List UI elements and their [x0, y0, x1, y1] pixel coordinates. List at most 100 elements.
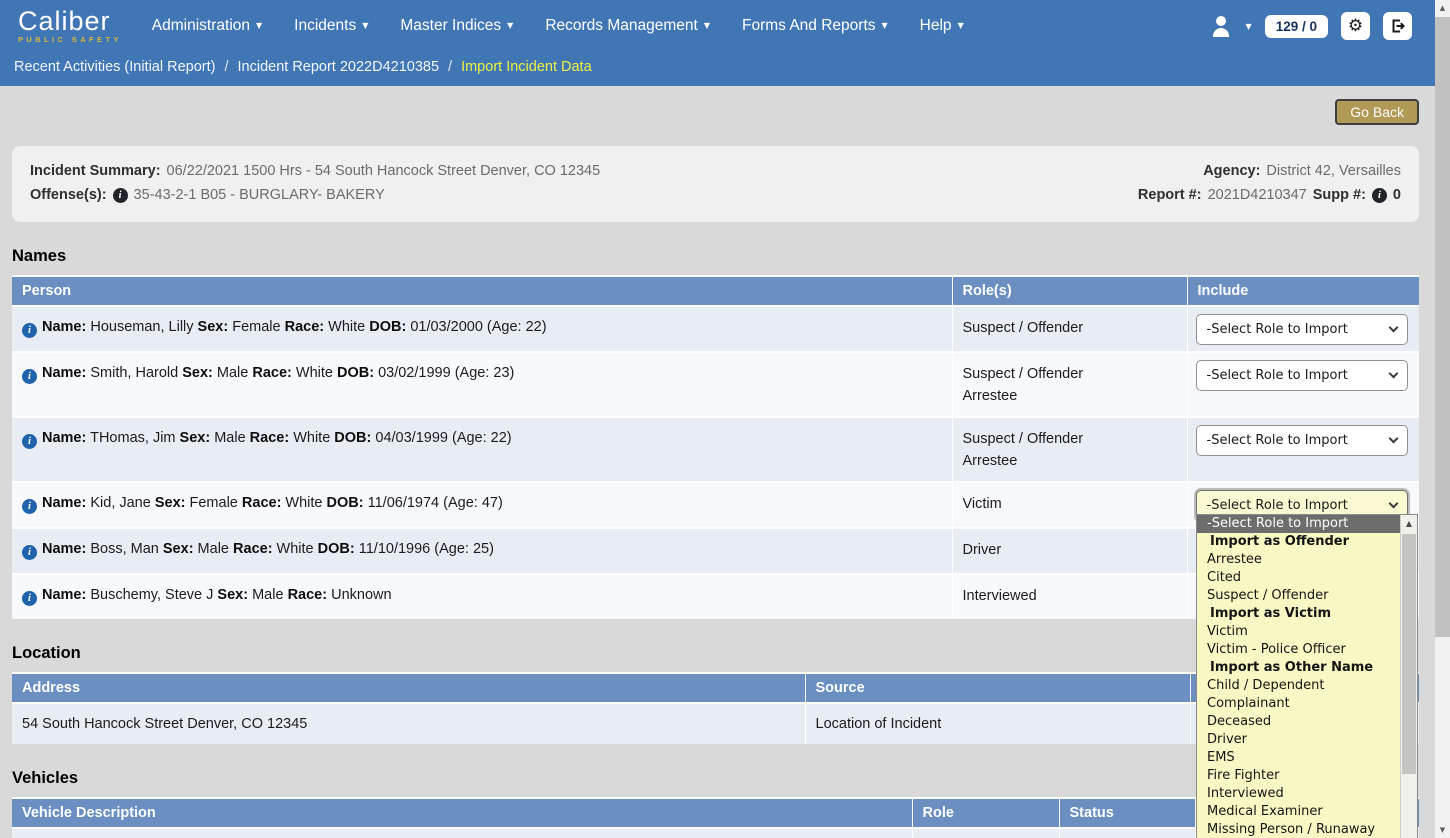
menu-forms-and-reports[interactable]: Forms And Reports▼	[742, 17, 888, 35]
chevron-down-icon: ▼	[704, 21, 710, 30]
dropdown-scrollbar-thumb[interactable]	[1402, 534, 1416, 774]
page-scrollbar: ▲ ▼	[1435, 0, 1450, 838]
role-include-select[interactable]: -Select Role to Import	[1196, 314, 1408, 345]
table-row: iName: THomas, Jim Sex: Male Race: White…	[12, 417, 1419, 482]
go-back-button[interactable]: Go Back	[1335, 99, 1419, 125]
incident-summary-label: Incident Summary:	[30, 163, 161, 179]
table-row: iName: Smith, Harold Sex: Male Race: Whi…	[12, 352, 1419, 417]
dropdown-option[interactable]: Victim - Police Officer	[1197, 641, 1400, 659]
menu-incidents[interactable]: Incidents▼	[294, 17, 368, 35]
user-menu-chevron-icon[interactable]: ▼	[1246, 22, 1252, 31]
names-col-include: Include	[1187, 276, 1419, 306]
vehicles-col-description: Vehicle Description	[12, 798, 912, 828]
person-cell: iName: Houseman, Lilly Sex: Female Race:…	[12, 306, 952, 352]
dropdown-option[interactable]: Interviewed	[1197, 785, 1400, 803]
dropdown-scrollbar: ▲	[1400, 515, 1417, 838]
person-info-icon[interactable]: i	[22, 499, 37, 514]
offenses-label: Offense(s):	[30, 187, 107, 203]
person-cell: iName: Buschemy, Steve J Sex: Male Race:…	[12, 574, 952, 619]
names-section-heading: Names	[12, 247, 1419, 266]
breadcrumb-import-incident-data: Import Incident Data	[461, 59, 592, 75]
chevron-down-icon: ▼	[362, 21, 368, 30]
report-number-label: Report #:	[1138, 187, 1202, 203]
dropdown-option[interactable]: -Select Role to Import	[1197, 515, 1400, 533]
supp-number-value: 0	[1393, 187, 1401, 203]
gear-icon: ⚙	[1348, 18, 1363, 35]
dropdown-option: Import as Other Name	[1197, 659, 1400, 677]
person-info-icon[interactable]: i	[22, 434, 37, 449]
supp-info-icon[interactable]: i	[1372, 188, 1387, 203]
breadcrumb-recent-activities[interactable]: Recent Activities (Initial Report)	[14, 59, 215, 75]
dropdown-option[interactable]: Cited	[1197, 569, 1400, 587]
vehicles-col-status: Status	[1059, 798, 1195, 828]
breadcrumb-incident-report[interactable]: Incident Report 2022D4210385	[238, 59, 440, 75]
vehicle-status-cell: None	[1059, 828, 1195, 838]
chevron-down-icon: ▼	[882, 21, 888, 30]
vehicles-col-role: Role	[912, 798, 1059, 828]
dropdown-option[interactable]: Missing Person / Runaway	[1197, 821, 1400, 838]
notification-count-badge[interactable]: 129 / 0	[1265, 15, 1328, 38]
vehicle-description-cell: Year: 2019 Make: BMW(BMW) Model: 330CI V…	[12, 828, 912, 838]
include-cell: -Select Role to Import	[1187, 417, 1419, 482]
dropdown-option[interactable]: Arrestee	[1197, 551, 1400, 569]
user-icon[interactable]	[1209, 15, 1233, 37]
menu-master-indices[interactable]: Master Indices▼	[400, 17, 513, 35]
include-cell: -Select Role to Import	[1187, 352, 1419, 417]
dropdown-option[interactable]: Complainant	[1197, 695, 1400, 713]
offense-info-icon[interactable]: i	[113, 188, 128, 203]
dropdown-option[interactable]: Deceased	[1197, 713, 1400, 731]
chevron-down-icon	[1388, 434, 1398, 444]
menu-administration[interactable]: Administration▼	[152, 17, 262, 35]
person-cell: iName: Smith, Harold Sex: Male Race: Whi…	[12, 352, 952, 417]
chevron-down-icon	[1388, 323, 1398, 333]
report-number-value: 2021D4210347	[1208, 187, 1307, 203]
names-col-person: Person	[12, 276, 952, 306]
dropdown-option[interactable]: Driver	[1197, 731, 1400, 749]
caliber-logo[interactable]: Caliber PUBLIC SAFETY	[18, 8, 122, 44]
location-col-address: Address	[12, 673, 805, 703]
top-navigation-bar: Caliber PUBLIC SAFETY Administration▼ In…	[0, 0, 1450, 86]
scroll-down-icon[interactable]: ▼	[1435, 822, 1450, 838]
settings-button[interactable]: ⚙	[1341, 12, 1370, 40]
role-include-select[interactable]: -Select Role to Import	[1196, 360, 1408, 391]
logout-icon	[1390, 18, 1406, 34]
dropdown-option: Import as Victim	[1197, 605, 1400, 623]
page-scrollbar-thumb[interactable]	[1435, 17, 1450, 637]
dropdown-scroll-up-icon[interactable]: ▲	[1401, 515, 1417, 532]
address-cell: 54 South Hancock Street Denver, CO 12345	[12, 703, 805, 744]
scroll-up-icon[interactable]: ▲	[1435, 0, 1450, 16]
dropdown-option[interactable]: Suspect / Offender	[1197, 587, 1400, 605]
roles-cell: Suspect / OffenderArrestee	[952, 417, 1187, 482]
dropdown-option[interactable]: Fire Fighter	[1197, 767, 1400, 785]
chevron-down-icon	[1388, 499, 1398, 509]
table-row: iName: Houseman, Lilly Sex: Female Race:…	[12, 306, 1419, 352]
chevron-down-icon: ▼	[507, 21, 513, 30]
logout-button[interactable]	[1383, 12, 1412, 40]
person-info-icon[interactable]: i	[22, 323, 37, 338]
import-incident-data-page: Caliber PUBLIC SAFETY Administration▼ In…	[0, 0, 1450, 838]
supp-number-label: Supp #:	[1313, 187, 1366, 203]
role-import-dropdown: -Select Role to ImportImport as Offender…	[1196, 514, 1418, 838]
roles-cell: Suspect / Offender	[952, 306, 1187, 352]
person-cell: iName: Boss, Man Sex: Male Race: White D…	[12, 528, 952, 574]
vehicle-role-cell: Abandoned	[912, 828, 1059, 838]
location-col-source: Source	[805, 673, 1190, 703]
menu-records-management[interactable]: Records Management▼	[545, 17, 710, 35]
roles-cell: Interviewed	[952, 574, 1187, 619]
roles-cell: Suspect / OffenderArrestee	[952, 352, 1187, 417]
person-info-icon[interactable]: i	[22, 591, 37, 606]
dropdown-option[interactable]: Child / Dependent	[1197, 677, 1400, 695]
offense-value: 35-43-2-1 B05 - BURGLARY- BAKERY	[134, 187, 385, 203]
chevron-down-icon	[1388, 369, 1398, 379]
person-info-icon[interactable]: i	[22, 545, 37, 560]
person-info-icon[interactable]: i	[22, 369, 37, 384]
chevron-down-icon: ▼	[256, 21, 262, 30]
menu-help[interactable]: Help▼	[920, 17, 964, 35]
dropdown-option[interactable]: Victim	[1197, 623, 1400, 641]
dropdown-option[interactable]: Medical Examiner	[1197, 803, 1400, 821]
role-include-select[interactable]: -Select Role to Import	[1196, 425, 1408, 456]
roles-cell: Victim	[952, 482, 1187, 528]
dropdown-option[interactable]: EMS	[1197, 749, 1400, 767]
breadcrumb-separator: /	[448, 59, 452, 75]
include-cell: -Select Role to Import	[1187, 306, 1419, 352]
